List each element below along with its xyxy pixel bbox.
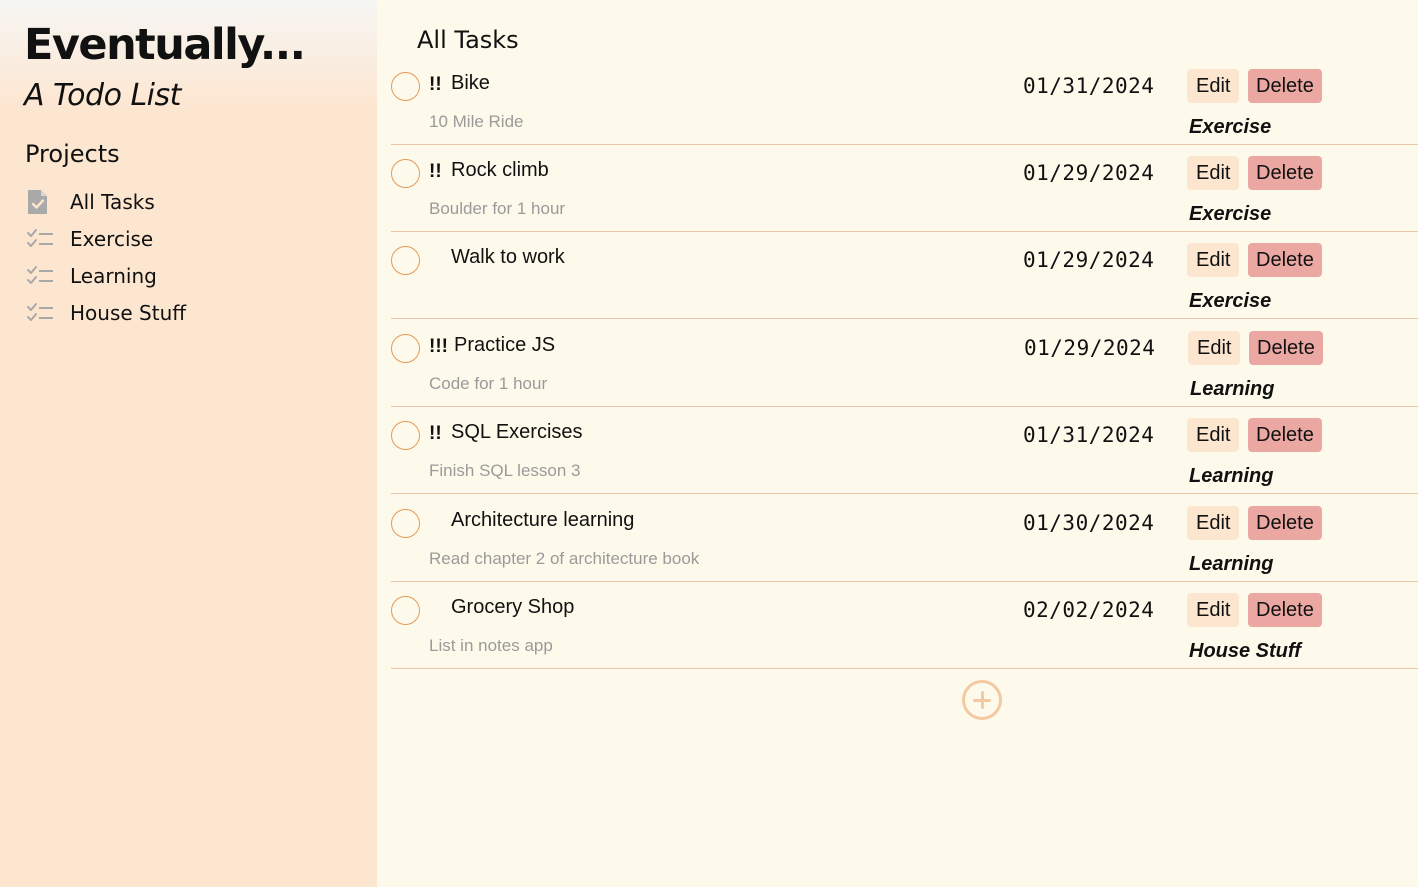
delete-button[interactable]: Delete (1248, 69, 1322, 103)
task-name: Architecture learning (451, 509, 635, 531)
checklist-icon (26, 226, 56, 252)
task-name: Rock climb (451, 159, 549, 181)
edit-button[interactable]: Edit (1187, 156, 1240, 190)
sidebar-item-label: House Stuff (70, 301, 187, 325)
task-priority: !! (429, 423, 442, 444)
complete-checkbox[interactable] (391, 334, 420, 363)
task-description: Boulder for 1 hour (429, 199, 566, 218)
delete-button[interactable]: Delete (1248, 243, 1322, 277)
task-description: Code for 1 hour (429, 374, 548, 393)
task-description: Finish SQL lesson 3 (429, 461, 581, 480)
edit-button[interactable]: Edit (1187, 243, 1240, 277)
complete-checkbox[interactable] (391, 421, 420, 450)
edit-button[interactable]: Edit (1187, 506, 1240, 540)
checklist-icon (26, 263, 56, 289)
delete-button[interactable]: Delete (1248, 593, 1322, 627)
task-name: Walk to work (451, 246, 565, 268)
complete-checkbox[interactable] (391, 72, 420, 101)
delete-button[interactable]: Delete (1248, 156, 1322, 190)
task-description: List in notes app (429, 636, 553, 655)
complete-checkbox[interactable] (391, 159, 420, 188)
task-priority: !!! (429, 336, 448, 357)
task-due-date: 01/29/2024 (1024, 336, 1156, 360)
task-description: Read chapter 2 of architecture book (429, 549, 700, 568)
task-row: !! Bike 10 Mile Ride 01/31/2024 Edit Del… (391, 58, 1418, 145)
add-task-button[interactable] (962, 680, 1002, 720)
sidebar: Eventually... A Todo List Projects All T… (0, 0, 377, 887)
task-name: Grocery Shop (451, 596, 575, 618)
task-project: Exercise (1189, 290, 1272, 312)
task-project: Exercise (1189, 116, 1272, 138)
complete-checkbox[interactable] (391, 596, 420, 625)
sidebar-item-label: Exercise (70, 227, 154, 251)
edit-button[interactable]: Edit (1187, 69, 1240, 103)
complete-checkbox[interactable] (391, 509, 420, 538)
task-project: Learning (1189, 465, 1274, 487)
task-due-date: 01/29/2024 (1023, 161, 1155, 185)
task-priority: !! (429, 161, 442, 182)
task-row: !! Rock climb Boulder for 1 hour 01/29/2… (391, 145, 1418, 232)
projects-heading: Projects (25, 140, 120, 168)
task-row: Grocery Shop List in notes app 02/02/202… (391, 582, 1418, 669)
task-due-date: 01/30/2024 (1023, 511, 1155, 535)
task-project: Exercise (1189, 203, 1272, 225)
edit-button[interactable]: Edit (1188, 331, 1241, 365)
task-row: Architecture learning Read chapter 2 of … (391, 495, 1418, 582)
sidebar-item-label: All Tasks (70, 190, 155, 214)
task-due-date: 01/29/2024 (1023, 248, 1155, 272)
document-check-icon (26, 189, 56, 215)
task-due-date: 01/31/2024 (1023, 423, 1155, 447)
task-name: SQL Exercises (451, 421, 583, 443)
task-project: Learning (1190, 378, 1275, 400)
edit-button[interactable]: Edit (1187, 593, 1240, 627)
checklist-icon (26, 300, 56, 326)
sidebar-item-label: Learning (70, 264, 157, 288)
task-due-date: 02/02/2024 (1023, 598, 1155, 622)
delete-button[interactable]: Delete (1248, 418, 1322, 452)
edit-button[interactable]: Edit (1187, 418, 1240, 452)
sidebar-item-house-stuff[interactable]: House Stuff (26, 298, 326, 328)
task-project: House Stuff (1189, 640, 1301, 662)
task-due-date: 01/31/2024 (1023, 74, 1155, 98)
task-row: !! SQL Exercises Finish SQL lesson 3 01/… (391, 407, 1418, 494)
sidebar-item-learning[interactable]: Learning (26, 261, 326, 291)
app-title: Eventually... (24, 20, 306, 70)
main-content: All Tasks !! Bike 10 Mile Ride 01/31/202… (377, 0, 1418, 887)
task-name: Bike (451, 72, 490, 94)
task-name: Practice JS (454, 334, 556, 356)
task-priority: !! (429, 74, 442, 95)
sidebar-item-all-tasks[interactable]: All Tasks (26, 187, 326, 217)
app-subtitle: A Todo List (24, 78, 181, 113)
complete-checkbox[interactable] (391, 246, 420, 275)
task-description: 10 Mile Ride (429, 112, 524, 131)
delete-button[interactable]: Delete (1248, 506, 1322, 540)
task-project: Learning (1189, 553, 1274, 575)
delete-button[interactable]: Delete (1249, 331, 1323, 365)
task-row: Walk to work 01/29/2024 Edit Delete Exer… (391, 232, 1418, 319)
task-row: !!! Practice JS Code for 1 hour 01/29/20… (391, 320, 1418, 407)
sidebar-item-exercise[interactable]: Exercise (26, 224, 326, 254)
page-title: All Tasks (417, 26, 519, 54)
